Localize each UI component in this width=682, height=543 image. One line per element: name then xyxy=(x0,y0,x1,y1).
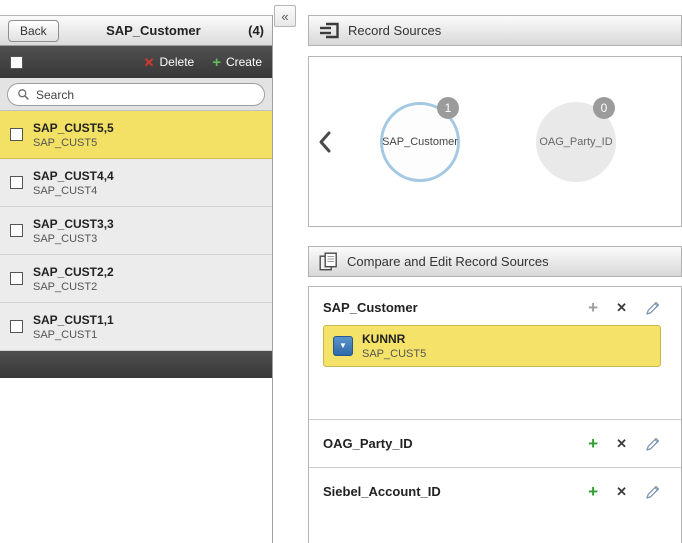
list-item[interactable]: SAP_CUST2,2 SAP_CUST2 xyxy=(0,255,272,303)
source-circle-sap-customer[interactable]: SAP_Customer 1 xyxy=(380,102,460,182)
row-checkbox[interactable] xyxy=(10,272,23,285)
source-count-badge: 1 xyxy=(437,97,459,119)
field-name: KUNNR xyxy=(362,332,426,346)
row-text: SAP_CUST3,3 SAP_CUST3 xyxy=(33,217,114,245)
edit-pencil-button[interactable] xyxy=(645,484,661,500)
remove-mapping-button[interactable]: ✕ xyxy=(616,485,627,498)
create-label: Create xyxy=(226,55,262,69)
source-circle-label: SAP_Customer xyxy=(382,136,458,148)
list-item[interactable]: SAP_CUST3,3 SAP_CUST3 xyxy=(0,207,272,255)
collapse-panel-button[interactable]: « xyxy=(274,5,296,27)
add-mapping-button[interactable]: + xyxy=(588,299,598,316)
row-text: SAP_CUST1,1 SAP_CUST1 xyxy=(33,313,114,341)
row-title: SAP_CUST2,2 xyxy=(33,265,114,279)
compare-edit-panel: SAP_Customer + ✕ ▼ KUNNR SAP_CUST5 xyxy=(308,286,682,543)
add-mapping-button[interactable]: + xyxy=(588,483,598,500)
row-checkbox[interactable] xyxy=(10,176,23,189)
delete-label: Delete xyxy=(160,55,195,69)
edit-pencil-button[interactable] xyxy=(645,300,661,316)
section-name: Siebel_Account_ID xyxy=(323,484,588,499)
remove-mapping-button[interactable]: ✕ xyxy=(616,437,627,450)
compare-pages-icon xyxy=(319,252,338,271)
list-item[interactable]: SAP_CUST4,4 SAP_CUST4 xyxy=(0,159,272,207)
row-subtitle: SAP_CUST5 xyxy=(33,137,114,149)
section-actions: + ✕ xyxy=(588,483,661,500)
delete-icon: ✕ xyxy=(144,56,155,69)
row-title: SAP_CUST1,1 xyxy=(33,313,114,327)
edit-pencil-button[interactable] xyxy=(645,436,661,452)
row-text: SAP_CUST5,5 SAP_CUST5 xyxy=(33,121,114,149)
remove-mapping-button[interactable]: ✕ xyxy=(616,301,627,314)
record-list-panel: Back SAP_Customer (4) ✕ Delete + Create xyxy=(0,15,273,543)
record-sources-carousel: SAP_Customer 1 OAG_Party_ID 0 xyxy=(308,56,682,227)
section-actions: + ✕ xyxy=(588,299,661,316)
section-actions: + ✕ xyxy=(588,435,661,452)
row-checkbox[interactable] xyxy=(10,224,23,237)
row-checkbox[interactable] xyxy=(10,128,23,141)
record-sources-header: Record Sources xyxy=(308,15,682,46)
dropdown-arrow-icon: ▼ xyxy=(339,342,347,350)
field-value: SAP_CUST5 xyxy=(362,348,426,360)
select-all-checkbox[interactable] xyxy=(10,56,23,69)
row-title: SAP_CUST3,3 xyxy=(33,217,114,231)
record-count: (4) xyxy=(248,23,264,38)
row-subtitle: SAP_CUST1 xyxy=(33,329,114,341)
compare-section-oag-party-id: OAG_Party_ID + ✕ xyxy=(309,420,681,467)
section-name: SAP_Customer xyxy=(323,300,588,315)
search-bar xyxy=(0,78,272,111)
field-text: KUNNR SAP_CUST5 xyxy=(362,332,426,360)
back-button[interactable]: Back xyxy=(8,20,59,42)
create-icon: + xyxy=(212,55,221,70)
app-root: Back SAP_Customer (4) ✕ Delete + Create xyxy=(0,0,682,543)
compare-edit-title: Compare and Edit Record Sources xyxy=(347,254,549,269)
list-header: Back SAP_Customer (4) xyxy=(0,15,272,46)
row-title: SAP_CUST4,4 xyxy=(33,169,114,183)
section-name: OAG_Party_ID xyxy=(323,436,588,451)
row-text: SAP_CUST2,2 SAP_CUST2 xyxy=(33,265,114,293)
list-item[interactable]: SAP_CUST1,1 SAP_CUST1 xyxy=(0,303,272,351)
collapse-icon: « xyxy=(281,9,288,24)
list-footer-bar xyxy=(0,351,272,378)
compare-section-siebel-account-id: Siebel_Account_ID + ✕ xyxy=(309,468,681,515)
row-subtitle: SAP_CUST3 xyxy=(33,233,114,245)
section-spacer xyxy=(323,367,661,407)
delete-button[interactable]: ✕ Delete xyxy=(144,55,195,69)
compare-section-sap-customer: SAP_Customer + ✕ ▼ KUNNR SAP_CUST5 xyxy=(309,287,681,419)
row-subtitle: SAP_CUST4 xyxy=(33,185,114,197)
create-button[interactable]: + Create xyxy=(212,55,262,70)
record-sources-title: Record Sources xyxy=(348,23,441,38)
search-box[interactable] xyxy=(7,83,265,106)
add-mapping-button[interactable]: + xyxy=(588,435,598,452)
search-input[interactable] xyxy=(36,88,255,102)
source-circle-oag-party-id[interactable]: OAG_Party_ID 0 xyxy=(536,102,616,182)
row-checkbox[interactable] xyxy=(10,320,23,333)
source-circle-label: OAG_Party_ID xyxy=(539,136,612,148)
list-title: SAP_Customer xyxy=(59,23,248,38)
row-text: SAP_CUST4,4 SAP_CUST4 xyxy=(33,169,114,197)
search-icon xyxy=(17,88,30,101)
source-count-badge: 0 xyxy=(593,97,615,119)
record-sources-icon xyxy=(319,22,339,39)
row-subtitle: SAP_CUST2 xyxy=(33,281,114,293)
list-toolbar: ✕ Delete + Create xyxy=(0,46,272,78)
mapped-field-row[interactable]: ▼ KUNNR SAP_CUST5 xyxy=(323,325,661,367)
list-item[interactable]: SAP_CUST5,5 SAP_CUST5 xyxy=(0,111,272,159)
carousel-prev-button[interactable] xyxy=(318,130,332,154)
row-title: SAP_CUST5,5 xyxy=(33,121,114,135)
section-head: OAG_Party_ID + ✕ xyxy=(323,435,661,452)
compare-edit-header: Compare and Edit Record Sources xyxy=(308,246,682,277)
section-head: Siebel_Account_ID + ✕ xyxy=(323,483,661,500)
field-dropdown-button[interactable]: ▼ xyxy=(333,336,353,356)
section-head: SAP_Customer + ✕ xyxy=(323,299,661,316)
